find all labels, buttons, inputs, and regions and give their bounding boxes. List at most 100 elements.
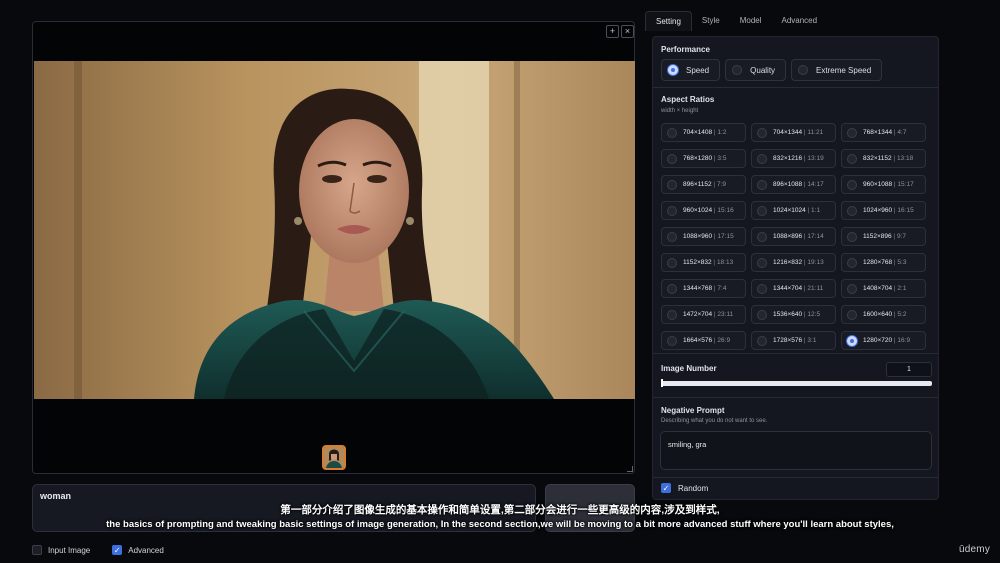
aspect-ratio-radio[interactable] bbox=[847, 153, 857, 164]
aspect-ratio-radio[interactable] bbox=[847, 179, 857, 190]
aspect-ratio-option[interactable]: 896×1088 | 14:17 bbox=[751, 175, 836, 194]
quality-radio[interactable] bbox=[732, 65, 743, 75]
aspect-ratio-option[interactable]: 1280×720 | 16:9 bbox=[841, 331, 926, 350]
aspect-ratio-radio[interactable] bbox=[667, 127, 677, 138]
aspect-ratios-title: Aspect Ratios bbox=[661, 95, 715, 104]
random-checkbox[interactable]: ✓ bbox=[661, 483, 671, 493]
aspect-ratio-size: 1152×896 bbox=[863, 233, 892, 240]
aspect-ratio-size: 1088×960 bbox=[683, 233, 713, 240]
aspect-ratio-radio[interactable] bbox=[667, 257, 677, 268]
aspect-ratio-radio[interactable] bbox=[667, 153, 677, 164]
aspect-ratio-radio[interactable] bbox=[847, 231, 857, 242]
aspect-ratio-radio[interactable] bbox=[757, 335, 767, 346]
aspect-ratio-radio[interactable] bbox=[847, 205, 857, 216]
aspect-ratio-radio[interactable] bbox=[757, 205, 767, 216]
aspect-ratio-radio[interactable] bbox=[847, 309, 857, 320]
aspect-ratio-radio[interactable] bbox=[757, 153, 767, 164]
aspect-ratio-label: 1088×960 | 17:15 bbox=[683, 233, 734, 240]
aspect-ratio-radio[interactable] bbox=[667, 335, 677, 346]
aspect-ratio-radio[interactable] bbox=[757, 257, 767, 268]
aspect-ratio-radio[interactable] bbox=[757, 309, 767, 320]
speed-radio[interactable] bbox=[668, 65, 678, 75]
aspect-ratio-radio[interactable] bbox=[667, 231, 677, 242]
negative-prompt-input[interactable]: smiling, gra bbox=[660, 431, 932, 470]
aspect-ratio-radio[interactable] bbox=[847, 283, 857, 294]
tab-model[interactable]: Model bbox=[730, 11, 772, 31]
aspect-ratio-radio[interactable] bbox=[757, 231, 767, 242]
advanced-checkbox[interactable]: ✓ bbox=[112, 545, 123, 555]
tab-setting[interactable]: Setting bbox=[645, 11, 692, 31]
aspect-ratio-size: 1280×720 bbox=[863, 337, 893, 344]
aspect-ratio-size: 1600×640 bbox=[863, 311, 893, 318]
aspect-ratio-option[interactable]: 1344×704 | 21:11 bbox=[751, 279, 836, 298]
aspect-ratio-radio[interactable] bbox=[757, 283, 767, 294]
aspect-ratio-option[interactable]: 1536×640 | 12:5 bbox=[751, 305, 836, 324]
aspect-ratio-option[interactable]: 1088×960 | 17:15 bbox=[661, 227, 746, 246]
aspect-ratio-option[interactable]: 1344×768 | 7:4 bbox=[661, 279, 746, 298]
advanced-option[interactable]: ✓ Advanced bbox=[112, 545, 164, 555]
aspect-ratio-option[interactable]: 832×1152 | 13:18 bbox=[841, 149, 926, 168]
aspect-ratio-option[interactable]: 768×1344 | 4:7 bbox=[841, 123, 926, 142]
aspect-ratio-radio[interactable] bbox=[847, 257, 857, 268]
aspect-ratio-option[interactable]: 768×1280 | 3:5 bbox=[661, 149, 746, 168]
aspect-ratio-label: 1024×960 | 16:15 bbox=[863, 207, 914, 214]
negative-prompt-title: Negative Prompt bbox=[661, 406, 725, 415]
random-option[interactable]: ✓ Random bbox=[661, 483, 708, 493]
aspect-ratio-radio[interactable] bbox=[667, 179, 677, 190]
performance-extreme-speed[interactable]: Extreme Speed bbox=[791, 59, 883, 81]
aspect-ratio-label: 1088×896 | 17:14 bbox=[773, 233, 824, 240]
aspect-ratio-radio[interactable] bbox=[667, 309, 677, 320]
aspect-ratio-option[interactable]: 1088×896 | 17:14 bbox=[751, 227, 836, 246]
aspect-ratio-option[interactable]: 896×1152 | 7:9 bbox=[661, 175, 746, 194]
aspect-ratio-option[interactable]: 1728×576 | 3:1 bbox=[751, 331, 836, 350]
aspect-ratio-fraction: 13:18 bbox=[896, 155, 914, 162]
input-image-option[interactable]: Input Image bbox=[32, 545, 90, 555]
performance-speed[interactable]: Speed bbox=[661, 59, 721, 81]
aspect-ratio-option[interactable]: 1152×832 | 18:13 bbox=[661, 253, 746, 272]
aspect-ratio-radio[interactable] bbox=[847, 335, 857, 346]
aspect-ratio-option[interactable]: 704×1408 | 1:2 bbox=[661, 123, 746, 142]
aspect-ratio-radio[interactable] bbox=[757, 179, 767, 190]
gallery-thumbnail[interactable] bbox=[322, 445, 346, 470]
aspect-ratio-size: 896×1088 bbox=[773, 181, 803, 188]
portrait-image-graphic bbox=[34, 61, 635, 399]
aspect-ratio-size: 768×1344 bbox=[863, 129, 893, 136]
aspect-ratio-option[interactable]: 1600×640 | 5:2 bbox=[841, 305, 926, 324]
aspect-ratio-option[interactable]: 1216×832 | 19:13 bbox=[751, 253, 836, 272]
aspect-ratio-radio[interactable] bbox=[667, 283, 677, 294]
aspect-ratio-option[interactable]: 960×1024 | 15:16 bbox=[661, 201, 746, 220]
aspect-ratio-option[interactable]: 960×1088 | 15:17 bbox=[841, 175, 926, 194]
aspect-ratio-fraction: 5:3 bbox=[897, 259, 907, 266]
tab-advanced[interactable]: Advanced bbox=[772, 11, 828, 31]
aspect-ratio-label: 1152×832 | 18:13 bbox=[683, 259, 734, 266]
image-number-slider[interactable] bbox=[661, 381, 932, 386]
aspect-ratio-option[interactable]: 832×1216 | 13:19 bbox=[751, 149, 836, 168]
aspect-ratio-radio[interactable] bbox=[667, 205, 677, 216]
tab-style[interactable]: Style bbox=[692, 11, 730, 31]
gallery-resize-handle[interactable] bbox=[627, 466, 633, 472]
aspect-ratio-option[interactable]: 1408×704 | 2:1 bbox=[841, 279, 926, 298]
aspect-ratio-radio[interactable] bbox=[757, 127, 767, 138]
extreme-speed-radio[interactable] bbox=[798, 65, 809, 75]
aspect-ratio-option[interactable]: 1472×704 | 23:11 bbox=[661, 305, 746, 324]
aspect-ratio-option[interactable]: 704×1344 | 11:21 bbox=[751, 123, 836, 142]
generated-image[interactable] bbox=[34, 61, 635, 399]
aspect-ratio-option[interactable]: 1024×960 | 16:15 bbox=[841, 201, 926, 220]
aspect-ratio-size: 1344×704 bbox=[773, 285, 803, 292]
settings-panel: Performance Speed Quality Extreme Speed … bbox=[652, 36, 939, 500]
image-number-input[interactable]: 1 bbox=[886, 362, 932, 377]
aspect-ratio-option[interactable]: 1664×576 | 26:9 bbox=[661, 331, 746, 350]
image-number-slider-handle[interactable] bbox=[661, 379, 663, 387]
input-image-checkbox[interactable] bbox=[32, 545, 42, 555]
gallery-close-button[interactable]: × bbox=[621, 25, 634, 38]
image-number-title: Image Number bbox=[661, 364, 717, 373]
aspect-ratio-label: 1280×768 | 5:3 bbox=[863, 259, 907, 266]
subtitle-chinese: 第一部分介绍了图像生成的基本操作和简单设置,第二部分会进行一些更高级的内容,涉及… bbox=[280, 504, 720, 516]
image-gallery: + × bbox=[32, 21, 635, 474]
aspect-ratio-radio[interactable] bbox=[847, 127, 857, 138]
performance-quality[interactable]: Quality bbox=[725, 59, 787, 81]
aspect-ratio-option[interactable]: 1024×1024 | 1:1 bbox=[751, 201, 836, 220]
gallery-add-button[interactable]: + bbox=[606, 25, 619, 38]
aspect-ratio-option[interactable]: 1280×768 | 5:3 bbox=[841, 253, 926, 272]
aspect-ratio-option[interactable]: 1152×896 | 9:7 bbox=[841, 227, 926, 246]
